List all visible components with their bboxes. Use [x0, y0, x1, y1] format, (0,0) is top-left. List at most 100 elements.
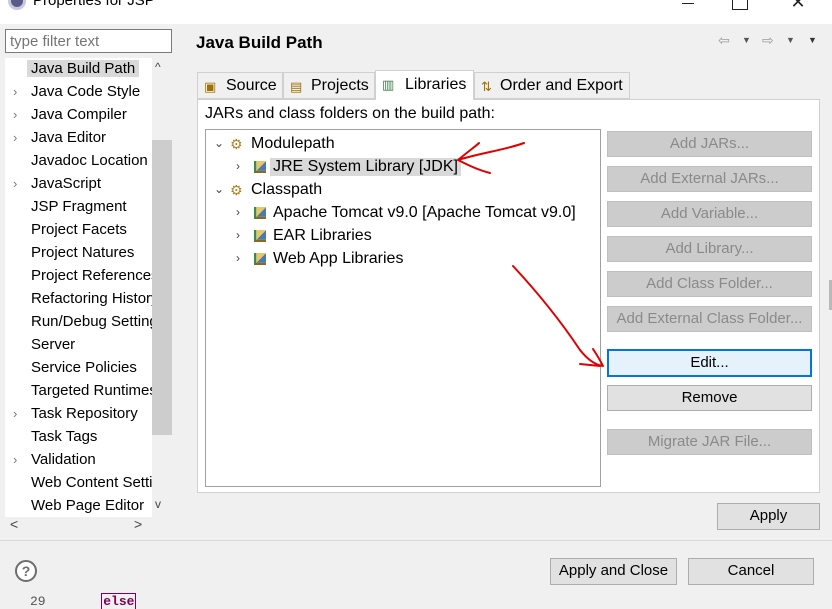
scroll-down-arrow-icon[interactable]: v	[155, 497, 161, 511]
tree-item[interactable]: Web Content Settings	[5, 472, 153, 495]
expand-chevron-icon[interactable]: ›	[13, 107, 17, 122]
tree-item[interactable]: Project Natures	[5, 242, 153, 265]
tree-item[interactable]: Server	[5, 334, 153, 357]
footer-separator	[0, 540, 832, 541]
migrate-jar-button[interactable]: Migrate JAR File...	[607, 429, 812, 455]
build-path-entry[interactable]: › Web App Libraries	[206, 249, 596, 272]
eclipse-app-icon	[8, 0, 26, 10]
filter-input[interactable]	[5, 29, 172, 53]
expand-chevron-icon[interactable]: ›	[13, 176, 17, 191]
maximize-button[interactable]	[732, 0, 748, 10]
tree-item[interactable]: Service Policies	[5, 357, 153, 380]
scroll-up-arrow-icon[interactable]: ^	[155, 60, 161, 74]
forward-history-dropdown-icon[interactable]: ▼	[786, 35, 795, 45]
build-path-entry[interactable]: › Apache Tomcat v9.0 [Apache Tomcat v9.0]	[206, 203, 596, 226]
tree-item[interactable]: Web Page Editor	[5, 495, 153, 518]
tree-item[interactable]: › Validation	[5, 449, 153, 472]
tab-libraries[interactable]: ▥ Libraries	[375, 70, 474, 100]
cancel-button[interactable]: Cancel	[688, 558, 814, 585]
libraries-icon: ▥	[382, 77, 395, 92]
tree-scroll-thumb[interactable]	[152, 140, 172, 435]
minimize-button[interactable]	[680, 0, 696, 10]
tree-item[interactable]: › Java Editor	[5, 127, 153, 150]
libraries-heading: JARs and class folders on the build path…	[205, 105, 495, 122]
order-export-icon: ⇅	[481, 79, 492, 94]
back-history-dropdown-icon[interactable]: ▼	[742, 35, 751, 45]
build-path-entry[interactable]: › JRE System Library [JDK]	[206, 157, 596, 180]
build-path-entry-label: Classpath	[251, 181, 323, 198]
tree-item[interactable]: Java Build Path	[5, 58, 153, 81]
expand-chevron-icon[interactable]: ›	[236, 228, 240, 242]
tab-projects[interactable]: ▤ Projects	[283, 72, 375, 99]
source-folder-icon: ▣	[204, 79, 217, 94]
tree-item[interactable]: › Java Code Style	[5, 81, 153, 104]
back-arrow-icon[interactable]: ⇦	[718, 32, 730, 49]
add-external-jars-button[interactable]: Add External JARs...	[607, 166, 812, 192]
collapse-chevron-icon[interactable]: ⌄	[214, 182, 224, 196]
tree-item[interactable]: Project References	[5, 265, 153, 288]
tree-item[interactable]: Javadoc Location	[5, 150, 153, 173]
build-path-entry[interactable]: ⌄ ⚙ Modulepath	[206, 134, 596, 157]
library-icon	[254, 161, 266, 173]
remove-button[interactable]: Remove	[607, 385, 812, 411]
expand-chevron-icon[interactable]: ›	[13, 452, 17, 467]
tree-item-label: Java Code Style	[31, 83, 141, 100]
help-icon[interactable]: ?	[15, 560, 37, 582]
tree-item[interactable]: › JavaScript	[5, 173, 153, 196]
tree-item-label: Service Policies	[31, 359, 137, 376]
add-class-folder-button[interactable]: Add Class Folder...	[607, 271, 812, 297]
property-page-tree: Java Build Path › Java Code Style › Java Com…	[5, 58, 172, 518]
tree-horizontal-scrollbar[interactable]	[5, 517, 155, 535]
library-icon	[254, 207, 266, 219]
tree-item-label: Java Editor	[31, 129, 107, 146]
tree-item[interactable]: › Java Compiler	[5, 104, 153, 127]
tab-order-and-export[interactable]: ⇅ Order and Export	[474, 72, 630, 99]
tree-item-label: Project Natures	[31, 244, 135, 261]
build-path-tree[interactable]: ⌄ ⚙ Modulepath › JRE System Library [JDK] ⌄ ⚙ C…	[205, 129, 601, 487]
tree-item-label: Java Build Path	[27, 60, 140, 77]
tree-item[interactable]: JSP Fragment	[5, 196, 153, 219]
apply-button[interactable]: Apply	[717, 503, 820, 530]
expand-chevron-icon[interactable]: ›	[236, 251, 240, 265]
tree-item[interactable]: Targeted Runtimes	[5, 380, 153, 403]
collapse-chevron-icon[interactable]: ⌄	[214, 136, 224, 150]
build-path-entry[interactable]: ⌄ ⚙ Classpath	[206, 180, 596, 203]
scroll-left-arrow-icon[interactable]: <	[10, 516, 18, 532]
tab-source[interactable]: ▣ Source	[197, 72, 283, 99]
build-path-entry[interactable]: › EAR Libraries	[206, 226, 596, 249]
tree-item-label: JSP Fragment	[31, 198, 127, 215]
tree-item-label: Java Compiler	[31, 106, 127, 123]
tree-item-label: Task Repository	[31, 405, 138, 422]
tree-item[interactable]: Refactoring History	[5, 288, 153, 311]
expand-chevron-icon[interactable]: ›	[236, 159, 240, 173]
tree-item[interactable]: › Task Repository	[5, 403, 153, 426]
window-title-bar: Properties for JSP ✕	[0, 0, 832, 24]
tree-item-label: Server	[31, 336, 76, 353]
tree-item-label: Project References	[31, 267, 153, 284]
apply-and-close-button[interactable]: Apply and Close	[550, 558, 677, 585]
build-path-entry-label: EAR Libraries	[273, 227, 372, 244]
expand-chevron-icon[interactable]: ›	[13, 84, 17, 99]
expand-chevron-icon[interactable]: ›	[13, 130, 17, 145]
library-icon	[254, 230, 266, 242]
add-external-class-folder-button[interactable]: Add External Class Folder...	[607, 306, 812, 332]
tree-item-label: Targeted Runtimes	[31, 382, 153, 399]
view-menu-icon[interactable]: ▼	[808, 35, 817, 45]
tree-item[interactable]: Run/Debug Settings	[5, 311, 153, 334]
add-library-button[interactable]: Add Library...	[607, 236, 812, 262]
tree-item-label: Web Content Settings	[31, 474, 153, 491]
forward-arrow-icon[interactable]: ⇨	[762, 32, 774, 49]
build-path-entry-label: Apache Tomcat v9.0 [Apache Tomcat v9.0]	[273, 204, 576, 221]
scroll-right-arrow-icon[interactable]: >	[134, 516, 142, 532]
add-jars-button[interactable]: Add JARs...	[607, 131, 812, 157]
expand-chevron-icon[interactable]: ›	[236, 205, 240, 219]
close-window-button[interactable]: ✕	[790, 0, 806, 11]
tree-item[interactable]: Project Facets	[5, 219, 153, 242]
tree-item[interactable]: Task Tags	[5, 426, 153, 449]
edit-button[interactable]: Edit...	[607, 349, 812, 377]
tree-item-label: JavaScript	[31, 175, 102, 192]
line-number: 29	[30, 594, 46, 609]
page-title: Java Build Path	[196, 33, 323, 52]
expand-chevron-icon[interactable]: ›	[13, 406, 17, 421]
add-variable-button[interactable]: Add Variable...	[607, 201, 812, 227]
